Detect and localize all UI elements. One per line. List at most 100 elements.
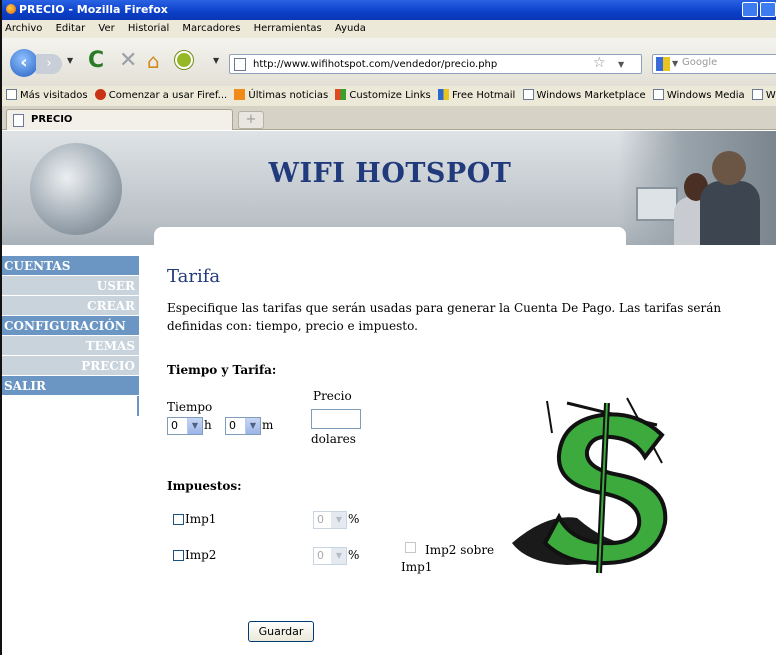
bookmark-label: Más visitados <box>20 90 88 101</box>
browser-window: PRECIO - Mozilla Firefox Archivo Editar … <box>0 0 776 655</box>
bookmark-comenzar[interactable]: Comenzar a usar Firef... <box>94 86 228 106</box>
imp2-sobre-label: Imp2 sobre Imp1 <box>401 543 495 574</box>
bookmark-windows-marketplace[interactable]: Windows Marketplace <box>522 86 646 106</box>
imp1-unit: % <box>348 512 360 526</box>
hours-select[interactable]: 0 ▼ <box>167 417 203 435</box>
forward-button[interactable]: › <box>36 54 62 74</box>
sidebar-nav: CUENTAS USER CREAR CONFIGURACIÓN TEMAS PRECIO… <box>2 256 139 416</box>
bookmark-label: Comenzar a usar Firef... <box>108 90 228 101</box>
sidebar-border <box>2 396 139 416</box>
page-icon <box>234 58 246 71</box>
new-tab-button[interactable]: + <box>238 111 264 129</box>
bookmark-windows-media[interactable]: Windows Media <box>652 86 745 106</box>
imp1-label: Imp1 <box>185 512 217 526</box>
sidebar-item-temas[interactable]: TEMAS <box>2 336 139 356</box>
sidebar-item-cuentas[interactable]: CUENTAS <box>2 256 139 276</box>
menu-archivo[interactable]: Archivo <box>5 23 42 34</box>
business-people-image <box>618 131 776 245</box>
sidebar-item-salir[interactable]: SALIR <box>2 376 139 396</box>
description-text: Especifique las tarifas que serán usadas… <box>167 301 722 333</box>
globe-image <box>30 143 122 235</box>
precio-input[interactable] <box>311 409 361 429</box>
bookmark-label: Windows <box>765 90 776 101</box>
page-icon <box>6 89 17 100</box>
content-area: Tarifa <box>167 266 757 287</box>
chevron-down-icon[interactable]: ▼ <box>187 418 202 434</box>
menu-ayuda[interactable]: Ayuda <box>335 23 366 34</box>
page-icon <box>13 114 24 127</box>
url-dropdown-icon[interactable]: ▼ <box>618 60 624 69</box>
bookmark-mas-visitados[interactable]: Más visitados <box>6 86 88 106</box>
hours-value: 0 <box>171 419 178 432</box>
bookmark-label: Free Hotmail <box>451 90 516 101</box>
window-titlebar: PRECIO - Mozilla Firefox <box>2 0 776 20</box>
minutes-unit: m <box>262 418 274 432</box>
windows-icon <box>335 89 347 100</box>
tab-title: PRECIO <box>31 114 73 125</box>
imp1-checkbox[interactable] <box>173 514 184 525</box>
imp2-checkbox[interactable] <box>173 550 184 561</box>
bookmark-label: Customize Links <box>349 90 431 101</box>
minutes-value: 0 <box>229 419 236 432</box>
minimize-button[interactable] <box>742 2 758 17</box>
imp2-value: 0 <box>317 549 324 562</box>
section-time-heading: Tiempo y Tarifa: <box>167 363 277 377</box>
dollar-sign-image <box>512 397 668 574</box>
bookmark-free-hotmail[interactable]: Free Hotmail <box>437 86 516 106</box>
sidebar-item-crear[interactable]: CREAR <box>2 296 139 316</box>
bookmarks-bar: Más visitados Comenzar a usar Firef... Ú… <box>2 86 776 106</box>
reload-button[interactable]: C <box>88 48 104 73</box>
chevron-down-icon[interactable]: ▼ <box>331 548 346 564</box>
address-bar[interactable]: http://www.wifihotspot.com/vendedor/prec… <box>229 54 642 74</box>
page-icon <box>522 89 534 100</box>
navigation-toolbar: ‹ › ▼ C ✕ ⌂ ▼ http://www.wifihotspot.com… <box>2 38 776 86</box>
sidebar-item-user[interactable]: USER <box>2 276 139 296</box>
google-icon <box>656 57 670 71</box>
sidebar-item-configuraci-n[interactable]: CONFIGURACIÓN <box>2 316 139 336</box>
chevron-down-icon[interactable]: ▼ <box>331 512 346 528</box>
minutes-select[interactable]: 0 ▼ <box>225 417 261 435</box>
sidebar-item-precio[interactable]: PRECIO <box>2 356 139 376</box>
tab-precio[interactable]: PRECIO <box>6 109 233 130</box>
windows-icon <box>437 89 449 100</box>
rss-icon <box>234 89 246 100</box>
menu-editar[interactable]: Editar <box>56 23 86 34</box>
imp1-select[interactable]: 0 ▼ <box>313 511 347 529</box>
url-text[interactable]: http://www.wifihotspot.com/vendedor/prec… <box>253 56 497 74</box>
back-button[interactable]: ‹ <box>10 49 38 77</box>
stop-button[interactable]: ✕ <box>119 48 137 73</box>
chevron-down-icon[interactable]: ▼ <box>245 418 260 434</box>
currency-label: dolares <box>311 432 356 446</box>
header-content-notch <box>154 227 626 245</box>
menu-marcadores[interactable]: Marcadores <box>182 23 240 34</box>
window-title: PRECIO - Mozilla Firefox <box>19 3 168 16</box>
bookmark-ultimas-noticias[interactable]: Últimas noticias <box>234 86 328 106</box>
imp2-select[interactable]: 0 ▼ <box>313 547 347 565</box>
bookmark-customize-links[interactable]: Customize Links <box>335 86 431 106</box>
maximize-button[interactable] <box>760 2 776 17</box>
firefox-icon <box>6 4 16 14</box>
menu-bar: Archivo Editar Ver Historial Marcadores … <box>2 20 776 38</box>
section-tax-heading: Impuestos: <box>167 479 242 493</box>
star-icon[interactable]: ☆ <box>593 55 606 71</box>
bookmark-windows[interactable]: Windows <box>751 86 776 106</box>
search-engine-dropdown-icon[interactable]: ▼ <box>672 59 678 68</box>
search-box[interactable]: ▼ Google <box>652 54 776 74</box>
home-button[interactable]: ⌂ <box>147 49 160 73</box>
bookmark-dropdown-icon[interactable]: ▼ <box>213 56 219 65</box>
tab-bar: PRECIO + <box>2 106 776 130</box>
precio-label: Precio <box>313 389 352 403</box>
save-button[interactable]: Guardar <box>248 621 314 642</box>
menu-herramientas[interactable]: Herramientas <box>254 23 322 34</box>
bookmark-label: Últimas noticias <box>248 90 329 101</box>
bookmark-label: Windows Marketplace <box>536 90 646 101</box>
menu-historial[interactable]: Historial <box>128 23 169 34</box>
bookmark-icon[interactable] <box>175 51 193 69</box>
page-title: Tarifa <box>167 266 221 287</box>
tiempo-label: Tiempo <box>167 400 213 414</box>
history-dropdown-icon[interactable]: ▼ <box>67 56 73 65</box>
menu-ver[interactable]: Ver <box>98 23 114 34</box>
hours-unit: h <box>204 418 212 432</box>
imp2-label: Imp2 <box>185 548 217 562</box>
search-placeholder[interactable]: Google <box>682 57 717 68</box>
